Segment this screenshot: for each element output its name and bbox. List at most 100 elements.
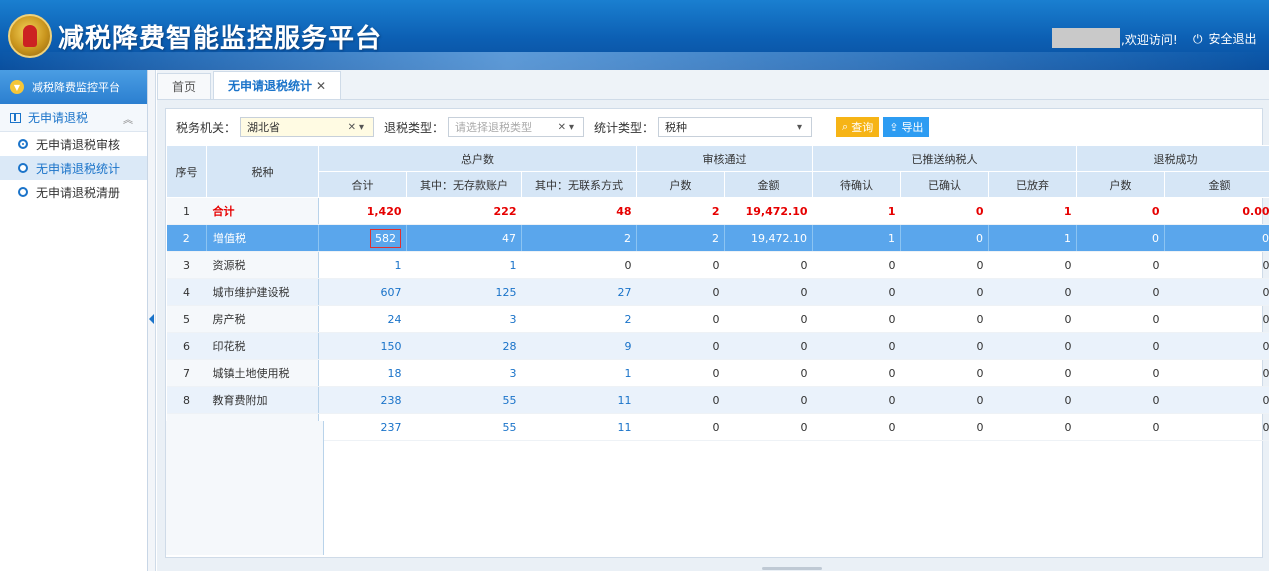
query-button[interactable]: ⌕ 查询: [836, 117, 880, 137]
stat-type-select[interactable]: 税种 ▾: [658, 117, 813, 137]
export-button[interactable]: ⇪ 导出: [883, 117, 930, 137]
circle-icon: [18, 187, 28, 197]
cell-value: 0: [636, 413, 725, 441]
tab-home[interactable]: 首页: [157, 73, 212, 99]
sidebar-item-statistics[interactable]: 无申请退税统计: [0, 156, 147, 180]
cell-value[interactable]: 55: [406, 413, 522, 441]
sidebar-item-label: 无申请退税审核: [36, 137, 121, 152]
cell-value[interactable]: 607: [318, 278, 407, 306]
cell-value[interactable]: 9: [521, 332, 637, 360]
table-row[interactable]: 3 资源税 1 1 0 0 0 0 0 0 0 0: [166, 251, 1269, 279]
logout-label: 安全退出: [1208, 32, 1257, 46]
panel-icon: [10, 112, 21, 123]
cell-value: 0: [1164, 305, 1269, 333]
cell-value: 0: [900, 413, 989, 441]
cell-value: 0: [812, 278, 901, 306]
cell-seq: 3: [166, 251, 207, 279]
cell-value[interactable]: 55: [406, 386, 522, 414]
table-row[interactable]: 4 城市维护建设税 607 125 27 0 0 0 0 0 0 0: [166, 278, 1269, 306]
subheader-cell: 金额: [724, 171, 814, 198]
header-group-audit: 审核通过: [636, 145, 814, 172]
tab-statistics[interactable]: 无申请退税统计 ✕: [213, 71, 342, 99]
cell-value[interactable]: 150: [318, 332, 407, 360]
circle-icon: [18, 163, 28, 173]
cell-value[interactable]: 27: [521, 278, 637, 306]
clear-dropdown-icon[interactable]: ✕▾: [348, 122, 367, 133]
cell-value: 0: [900, 251, 989, 279]
cell-value[interactable]: 11: [521, 413, 637, 441]
header-tax-type: 税种: [206, 145, 319, 198]
cell-value: 0: [724, 386, 813, 414]
cell-value: 2: [636, 197, 725, 225]
cell-value[interactable]: 24: [318, 305, 407, 333]
authority-select[interactable]: 湖北省 ✕▾: [240, 117, 375, 137]
sidebar-group-label: 无申请退税: [28, 111, 89, 125]
cell-tax-type: 印花税: [206, 332, 319, 360]
table-row[interactable]: 7 城镇土地使用税 18 3 1 0 0 0 0 0 0 0: [166, 359, 1269, 387]
cell-value[interactable]: 28: [406, 332, 522, 360]
subheader-cell: 其中：无联系方式: [520, 171, 638, 198]
cell-value: 0: [812, 332, 901, 360]
cell-value: 2: [636, 224, 726, 252]
cell-value: 0: [988, 251, 1077, 279]
cell-value: 0: [724, 413, 813, 441]
sidebar-item-register[interactable]: 无申请退税清册: [0, 180, 147, 204]
cell-value: 0: [900, 224, 990, 252]
clear-dropdown-icon[interactable]: ✕▾: [558, 122, 577, 133]
cell-value[interactable]: 11: [521, 386, 637, 414]
cell-seq: 1: [166, 197, 207, 225]
table-row[interactable]: 9地方教育附加23755110000000: [166, 413, 1269, 441]
cell-value[interactable]: 125: [406, 278, 522, 306]
refund-type-select[interactable]: 请选择退税类型 ✕▾: [448, 117, 585, 137]
horizontal-scrollbar[interactable]: [762, 567, 822, 570]
cell-value: 0: [1076, 359, 1165, 387]
cell-value[interactable]: 1: [318, 251, 407, 279]
highlighted-cell-value[interactable]: 582: [370, 228, 401, 248]
cell-value[interactable]: 3: [406, 359, 522, 387]
filter-bar: 税务机关： 湖北省 ✕▾ 退税类型： 请选择退税类型 ✕▾ 统计类型： 税种 ▾ ⌕ 查…: [166, 109, 1262, 145]
sidebar-collapse-handle[interactable]: [148, 70, 156, 571]
cell-value: 0: [1076, 413, 1165, 441]
arrow-left-icon: [149, 314, 154, 324]
sidebar: ▼ 减税降费监控平台 无申请退税 ︽ 无申请退税审核 无申请退税统计 无申请退税清册: [0, 70, 148, 571]
cell-value[interactable]: 2: [521, 224, 638, 252]
cell-value[interactable]: 47: [406, 224, 522, 252]
cell-value: 1,420: [318, 197, 407, 225]
sidebar-group-refund[interactable]: 无申请退税 ︽: [0, 104, 147, 132]
cell-value[interactable]: 582: [318, 224, 407, 252]
cell-value[interactable]: 3: [406, 305, 522, 333]
cell-value: 0: [724, 278, 813, 306]
cell-value: 0: [1076, 332, 1165, 360]
cell-tax-type: 增值税: [206, 224, 319, 252]
cell-tax-type: 房产税: [206, 305, 319, 333]
sidebar-item-audit[interactable]: 无申请退税审核: [0, 132, 147, 156]
table-row-total[interactable]: 1 合计 1,420 222 48 2 19,472.10 1 0 1 0 0.00: [166, 197, 1269, 225]
cell-value: 0: [1076, 197, 1165, 225]
table-row[interactable]: 6 印花税 150 28 9 0 0 0 0 0 0 0: [166, 332, 1269, 360]
cell-value[interactable]: 0: [521, 251, 637, 279]
cell-value[interactable]: 237: [318, 413, 407, 441]
app-header: 减税降费智能监控服务平台 ,欢迎访问! ⏻ 安全退出: [0, 0, 1269, 70]
cell-value: 0: [812, 413, 901, 441]
sidebar-platform-header[interactable]: ▼ 减税降费监控平台: [0, 70, 147, 104]
cell-value: 0: [900, 305, 989, 333]
close-icon[interactable]: ✕: [316, 79, 326, 93]
cell-value[interactable]: 18: [318, 359, 407, 387]
query-label: 查询: [851, 121, 874, 134]
cell-seq: 4: [166, 278, 207, 306]
header-group-success: 退税成功: [1076, 145, 1269, 172]
cell-value[interactable]: 2: [521, 305, 637, 333]
cell-value: 1: [988, 197, 1077, 225]
cell-tax-type: 教育费附加: [206, 386, 319, 414]
table-row[interactable]: 2 增值税 582 47 2 2 19,472.10 1 0 1 0 0: [166, 224, 1269, 252]
cell-value[interactable]: 238: [318, 386, 407, 414]
subheader-row: 合计 其中：无存款账户 其中：无联系方式 户数 金额 待确认 已确认 已放弃 户数 金额: [167, 171, 1269, 198]
logout-button[interactable]: ⏻ 安全退出: [1193, 30, 1257, 47]
table-row[interactable]: 5 房产税 24 3 2 0 0 0 0 0 0 0: [166, 305, 1269, 333]
chevron-down-icon[interactable]: ▾: [797, 122, 805, 133]
cell-value[interactable]: 1: [406, 251, 522, 279]
chevron-down-icon: ▼: [10, 80, 24, 94]
table-row[interactable]: 8 教育费附加 238 55 11 0 0 0 0 0 0 0: [166, 386, 1269, 414]
cell-value[interactable]: 1: [521, 359, 637, 387]
main-area: 首页 无申请退税统计 ✕ 税务机关： 湖北省 ✕▾ 退税类型： 请选择退税类型 ✕▾ …: [157, 70, 1269, 571]
